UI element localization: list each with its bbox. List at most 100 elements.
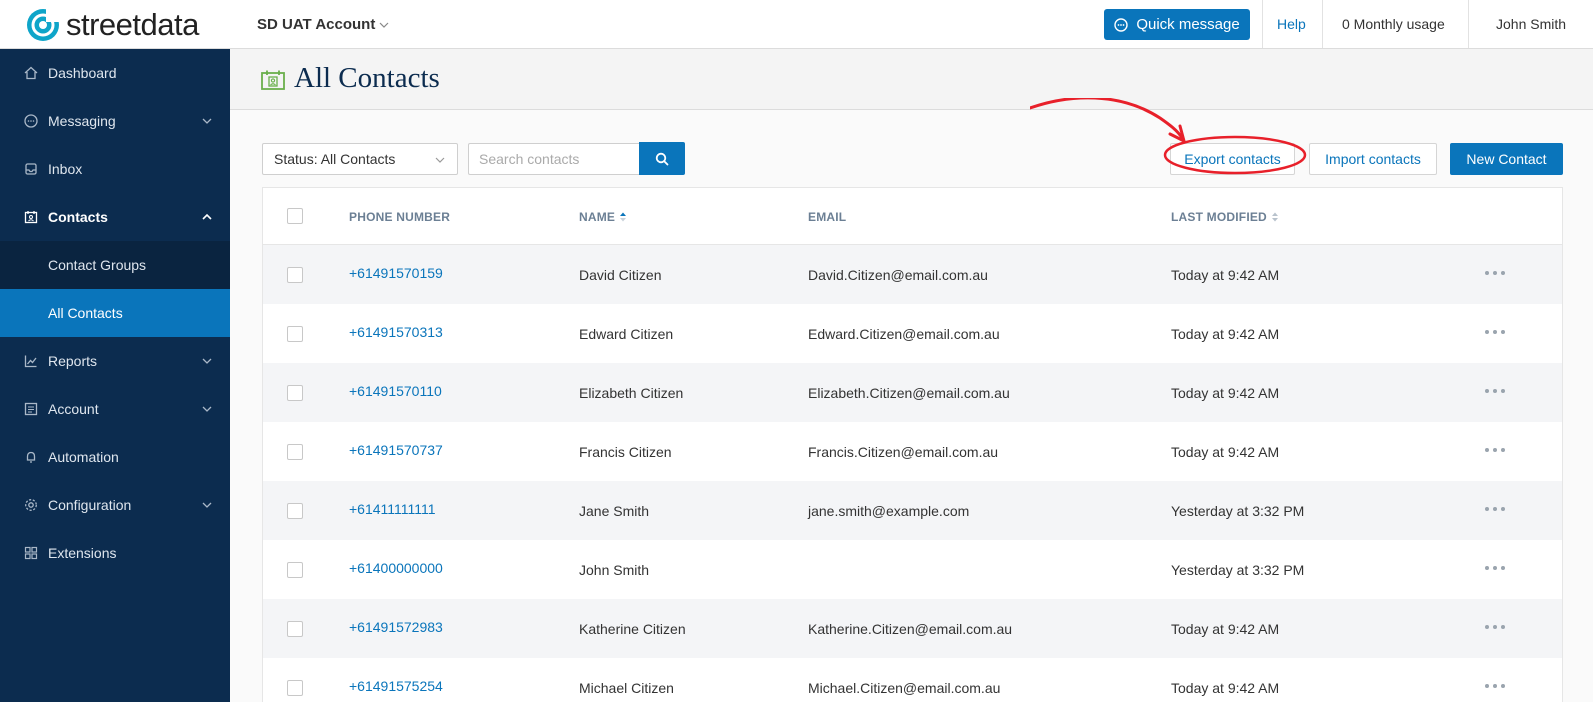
sidebar-item-all-contacts[interactable]: All Contacts <box>0 289 230 337</box>
last-modified: Today at 9:42 AM <box>1171 621 1280 637</box>
page-header: All Contacts <box>230 49 1593 110</box>
sidebar-item-extensions[interactable]: Extensions <box>0 529 230 577</box>
phone-link[interactable]: +61491575254 <box>349 678 443 694</box>
contacts-table: PHONE NUMBER NAME EMAIL LAST MODIFIED +6… <box>262 187 1563 702</box>
sidebar-item-label: Inbox <box>48 161 83 177</box>
more-actions-icon[interactable] <box>1485 446 1505 454</box>
sidebar-item-account[interactable]: Account <box>0 385 230 433</box>
sidebar-item-label: Extensions <box>48 545 117 561</box>
sidebar-item-contacts[interactable]: Contacts <box>0 193 230 241</box>
sidebar-item-configuration[interactable]: Configuration <box>0 481 230 529</box>
column-header-last-modified[interactable]: LAST MODIFIED <box>1171 210 1279 224</box>
last-modified: Today at 9:42 AM <box>1171 444 1280 460</box>
export-contacts-button[interactable]: Export contacts <box>1170 143 1295 175</box>
more-actions-icon[interactable] <box>1485 387 1505 395</box>
contact-email: Elizabeth.Citizen@email.com.au <box>808 385 1010 401</box>
column-header-email[interactable]: EMAIL <box>808 210 846 224</box>
column-header-phone[interactable]: PHONE NUMBER <box>349 210 450 224</box>
quick-message-button[interactable]: Quick message <box>1104 9 1250 40</box>
table-body: +61491570159 David Citizen David.Citizen@e… <box>263 245 1562 702</box>
sidebar-item-contact-groups[interactable]: Contact Groups <box>0 241 230 289</box>
phone-link[interactable]: +61491570110 <box>349 383 442 399</box>
table-row[interactable]: +61491570313 Edward Citizen Edward.Citizen… <box>263 304 1562 363</box>
sidebar: Dashboard Messaging Inbox Contacts Conta… <box>0 49 230 702</box>
more-actions-icon[interactable] <box>1485 505 1505 513</box>
contact-name: Francis Citizen <box>579 444 672 460</box>
row-checkbox[interactable] <box>287 503 303 519</box>
contact-name: Jane Smith <box>579 503 650 519</box>
table-row[interactable]: +61491570159 David Citizen David.Citizen@e… <box>263 245 1562 304</box>
sidebar-item-inbox[interactable]: Inbox <box>0 145 230 193</box>
contacts-icon <box>261 70 285 90</box>
divider <box>1468 0 1469 48</box>
sidebar-item-label: Messaging <box>48 113 116 129</box>
table-row[interactable]: +61491570110 Elizabeth Citizen Elizabeth.C… <box>263 363 1562 422</box>
more-actions-icon[interactable] <box>1485 269 1505 277</box>
sidebar-item-messaging[interactable]: Messaging <box>0 97 230 145</box>
page-title: All Contacts <box>294 62 440 94</box>
row-checkbox[interactable] <box>287 267 303 283</box>
row-checkbox[interactable] <box>287 562 303 578</box>
search-input[interactable] <box>468 143 639 175</box>
table-row[interactable]: +61491572983 Katherine Citizen Katherine.C… <box>263 599 1562 658</box>
sidebar-item-label: Automation <box>48 449 119 465</box>
quick-message-label: Quick message <box>1136 16 1240 33</box>
user-menu[interactable]: John Smith <box>1496 16 1566 32</box>
streetdata-logo[interactable]: streetdata <box>26 8 199 42</box>
account-name: SD UAT Account <box>257 16 376 33</box>
chart-icon <box>24 354 38 368</box>
phone-link[interactable]: +61491570737 <box>349 442 443 458</box>
main-content: Status: All Contacts Export contacts Imp… <box>230 98 1593 702</box>
search-button[interactable] <box>639 142 685 175</box>
sidebar-item-label: Contacts <box>48 209 108 225</box>
contact-email: jane.smith@example.com <box>808 503 970 519</box>
new-contact-button[interactable]: New Contact <box>1450 143 1563 175</box>
last-modified: Yesterday at 3:32 PM <box>1171 562 1305 578</box>
account-switcher[interactable]: SD UAT Account <box>257 16 389 33</box>
table-row[interactable]: +61491575254 Michael Citizen Michael.Citiz… <box>263 658 1562 702</box>
contact-name: Elizabeth Citizen <box>579 385 684 401</box>
sidebar-item-dashboard[interactable]: Dashboard <box>0 49 230 97</box>
more-actions-icon[interactable] <box>1485 623 1505 631</box>
top-bar: streetdata SD UAT Account Quick message … <box>0 0 1593 49</box>
status-filter-select[interactable]: Status: All Contacts <box>262 143 458 175</box>
phone-link[interactable]: +61491570313 <box>349 324 443 340</box>
column-header-name[interactable]: NAME <box>579 210 627 224</box>
phone-link[interactable]: +61491570159 <box>349 265 443 281</box>
contact-name: Michael Citizen <box>579 680 674 696</box>
contact-name: John Smith <box>579 562 650 578</box>
contact-email: Francis.Citizen@email.com.au <box>808 444 999 460</box>
sidebar-item-reports[interactable]: Reports <box>0 337 230 385</box>
last-modified: Today at 9:42 AM <box>1171 267 1280 283</box>
divider <box>1262 0 1263 48</box>
contact-email: Michael.Citizen@email.com.au <box>808 680 1001 696</box>
sidebar-item-label: Configuration <box>48 497 132 513</box>
status-filter-value: Status: All Contacts <box>274 151 396 167</box>
table-row[interactable]: +61491570737 Francis Citizen Francis.Citiz… <box>263 422 1562 481</box>
help-link[interactable]: Help <box>1277 16 1306 32</box>
contact-email: Edward.Citizen@email.com.au <box>808 326 1000 342</box>
divider <box>1322 0 1323 48</box>
monthly-usage[interactable]: 0 Monthly usage <box>1342 16 1445 32</box>
import-contacts-button[interactable]: Import contacts <box>1309 143 1437 175</box>
row-checkbox[interactable] <box>287 680 303 696</box>
more-actions-icon[interactable] <box>1485 682 1505 690</box>
row-checkbox[interactable] <box>287 621 303 637</box>
sidebar-item-automation[interactable]: Automation <box>0 433 230 481</box>
select-all-checkbox[interactable] <box>287 208 303 224</box>
contact-name: David Citizen <box>579 267 662 283</box>
more-actions-icon[interactable] <box>1485 564 1505 572</box>
row-checkbox[interactable] <box>287 326 303 342</box>
row-checkbox[interactable] <box>287 444 303 460</box>
table-row[interactable]: +61411111111 Jane Smith jane.smith@example… <box>263 481 1562 540</box>
contact-name: Edward Citizen <box>579 326 674 342</box>
more-actions-icon[interactable] <box>1485 328 1505 336</box>
phone-link[interactable]: +61411111111 <box>349 501 436 517</box>
sort-icon <box>1271 212 1278 222</box>
table-row[interactable]: +61400000000 John Smith Yesterday at 3:32 … <box>263 540 1562 599</box>
phone-link[interactable]: +61491572983 <box>349 619 443 635</box>
phone-link[interactable]: +61400000000 <box>349 560 443 576</box>
row-checkbox[interactable] <box>287 385 303 401</box>
chevron-up-icon <box>202 213 212 220</box>
last-modified: Today at 9:42 AM <box>1171 326 1280 342</box>
